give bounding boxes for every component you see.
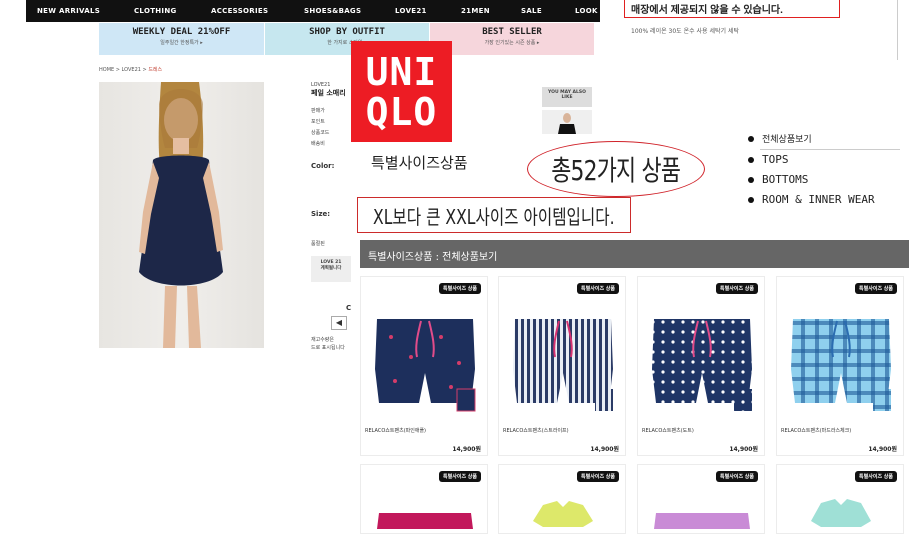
f21-top-nav: NEW ARRIVALS CLOTHING ACCESSORIES SHOES&…	[26, 0, 600, 22]
product-card[interactable]: 특별사이즈 상품	[498, 464, 626, 534]
shorts-stripe-image	[513, 319, 613, 411]
special-size-badge: 특별사이즈 상품	[716, 283, 758, 294]
xxl-callout: XL보다 큰 XXL사이즈 아이템입니다.	[357, 197, 631, 233]
logo-line: UNI	[365, 50, 438, 94]
logo-line: QLO	[365, 90, 438, 134]
uniqlo-logo[interactable]: UNI QLO	[351, 41, 452, 142]
product-photo[interactable]	[99, 82, 264, 348]
product-card[interactable]: 특별사이즈 상품	[360, 464, 488, 534]
product-count: 총52가지 상품	[551, 154, 682, 187]
breadcrumb-home[interactable]: HOME	[99, 67, 114, 73]
category-tops[interactable]: TOPS	[748, 153, 789, 166]
f21-cutoff-c: C	[346, 304, 352, 312]
product-name: RELACO쇼트팬츠(파인애플)	[365, 428, 426, 434]
xxl-callout-text: XL보다 큰 XXL사이즈 아이템입니다.	[373, 204, 615, 229]
product-row-shipping: 배송비	[311, 141, 325, 147]
category-label: BOTTOMS	[762, 173, 809, 186]
product-card[interactable]: 특별사이즈 상품	[776, 464, 904, 534]
promo-best-seller[interactable]: BEST SELLER 가장 인기있는 시즌 상품 ▸	[430, 23, 594, 55]
shorts-check-image	[791, 319, 891, 411]
special-size-badge: 특별사이즈 상품	[855, 471, 897, 482]
size-label: Size:	[311, 210, 331, 218]
love21-promo-box[interactable]: LOVE 21 계획될니다	[311, 256, 351, 282]
stock-note-line: 재고수량은	[311, 337, 335, 343]
product-price: 14,900원	[590, 446, 619, 453]
category-label: 전체상품보기	[762, 135, 812, 145]
product-price: 14,900원	[452, 446, 481, 453]
bullet-icon	[748, 196, 754, 203]
nav-accessories[interactable]: ACCESSORIES	[211, 7, 268, 15]
product-price: 14,900원	[868, 446, 897, 453]
category-divider	[760, 149, 900, 150]
product-row-points: 포인트	[311, 119, 325, 125]
divider	[897, 0, 898, 60]
promo-title: WEEKLY DEAL 21%OFF	[132, 27, 231, 37]
breadcrumb-section[interactable]: LOVE21	[122, 67, 141, 73]
product-row-code: 상품코드	[311, 130, 330, 136]
promo-subtitle: 가장 인기있는 시즌 상품 ▸	[484, 40, 540, 46]
stock-note-line: 드로 표시됩니다	[311, 345, 345, 351]
product-count-callout: 총52가지 상품	[527, 141, 705, 197]
category-bottoms[interactable]: BOTTOMS	[748, 173, 808, 186]
promo-title: BEST SELLER	[482, 27, 542, 37]
also-like-thumbnail[interactable]	[542, 110, 592, 134]
product-card[interactable]: 특별사이즈 상품 RELACO쇼트팬츠(파인애플) 14,900원	[360, 276, 488, 456]
section-header-title: 특별사이즈상품 : 전체상품보기	[368, 252, 498, 263]
nav-look[interactable]: LOOK	[575, 7, 598, 15]
love21-promo-line: 계획될니다	[320, 266, 342, 271]
special-size-badge: 특별사이즈 상품	[855, 283, 897, 294]
product-card[interactable]: 특별사이즈 상품 RELACO쇼트팬츠(스트라이프) 14,900원	[498, 276, 626, 456]
special-size-badge: 특별사이즈 상품	[577, 471, 619, 482]
wash-instructions: 100% 레이온 30도 온수 사용 세탁기 세탁	[631, 28, 739, 35]
nav-new-arrivals[interactable]: NEW ARRIVALS	[37, 7, 100, 15]
promo-subtitle: 일주일간 한정특가 ▸	[160, 40, 203, 46]
product-row-price: 판매가	[311, 108, 325, 114]
notice-box: 매장에서 제공되지 않을 수 있습니다.	[624, 0, 840, 18]
prev-arrow-button[interactable]: ◀	[331, 316, 347, 330]
product-card[interactable]: 특별사이즈 상품	[637, 464, 765, 534]
product-name: 페일 소매리	[311, 89, 346, 97]
product-price: 14,900원	[729, 446, 758, 453]
shorts-pineapple-image	[375, 319, 476, 412]
category-all[interactable]: 전체상품보기	[748, 132, 812, 145]
special-size-badge: 특별사이즈 상품	[577, 283, 619, 294]
bullet-icon	[748, 135, 754, 142]
shorts-magenta-image	[377, 513, 473, 529]
product-name: RELACO쇼트팬츠(도트)	[642, 428, 694, 434]
model-thumbnail-icon	[558, 113, 576, 134]
page-title: 특별사이즈상품	[371, 154, 468, 172]
nav-shoes-bags[interactable]: SHOES&BAGS	[304, 7, 361, 15]
nav-sale[interactable]: SALE	[521, 7, 542, 15]
you-may-also-like: YOU MAY ALSO LIKE	[542, 87, 592, 107]
stock-label: 품절된	[311, 241, 325, 247]
shorts-dot-image	[652, 319, 752, 411]
model-in-navy-dress	[139, 82, 223, 348]
shirt-lime-image	[533, 501, 593, 527]
product-name: RELACO쇼트팬츠(스트라이프)	[503, 428, 569, 434]
promo-weekly-deal[interactable]: WEEKLY DEAL 21%OFF 일주일간 한정특가 ▸	[99, 23, 264, 55]
nav-clothing[interactable]: CLOTHING	[134, 7, 177, 15]
special-size-badge: 특별사이즈 상품	[439, 471, 481, 482]
product-name: RELACO쇼트팬츠(마드라스체크)	[781, 428, 852, 434]
nav-21men[interactable]: 21MEN	[461, 7, 490, 15]
special-size-badge: 특별사이즈 상품	[439, 283, 481, 294]
breadcrumb-separator: >	[114, 67, 122, 73]
breadcrumb-current: 드레스	[148, 67, 163, 73]
nav-love21[interactable]: LOVE21	[395, 7, 427, 15]
product-card[interactable]: 특별사이즈 상품 RELACO쇼트팬츠(마드라스체크) 14,900원	[776, 276, 904, 456]
shorts-lilac-image	[654, 513, 750, 529]
category-label: ROOM & INNER WEAR	[762, 193, 875, 206]
product-card[interactable]: 특별사이즈 상품 RELACO쇼트팬츠(도트) 14,900원	[637, 276, 765, 456]
category-room-inner[interactable]: ROOM & INNER WEAR	[748, 193, 875, 206]
bullet-icon	[748, 156, 754, 163]
shirt-mint-image	[811, 499, 871, 527]
category-label: TOPS	[762, 153, 789, 166]
promo-title: SHOP BY OUTFIT	[309, 27, 385, 37]
special-size-badge: 특별사이즈 상품	[716, 471, 758, 482]
bullet-icon	[748, 176, 754, 183]
color-label: Color:	[311, 162, 335, 170]
breadcrumb: HOME > LOVE21 > 드레스	[99, 66, 162, 73]
